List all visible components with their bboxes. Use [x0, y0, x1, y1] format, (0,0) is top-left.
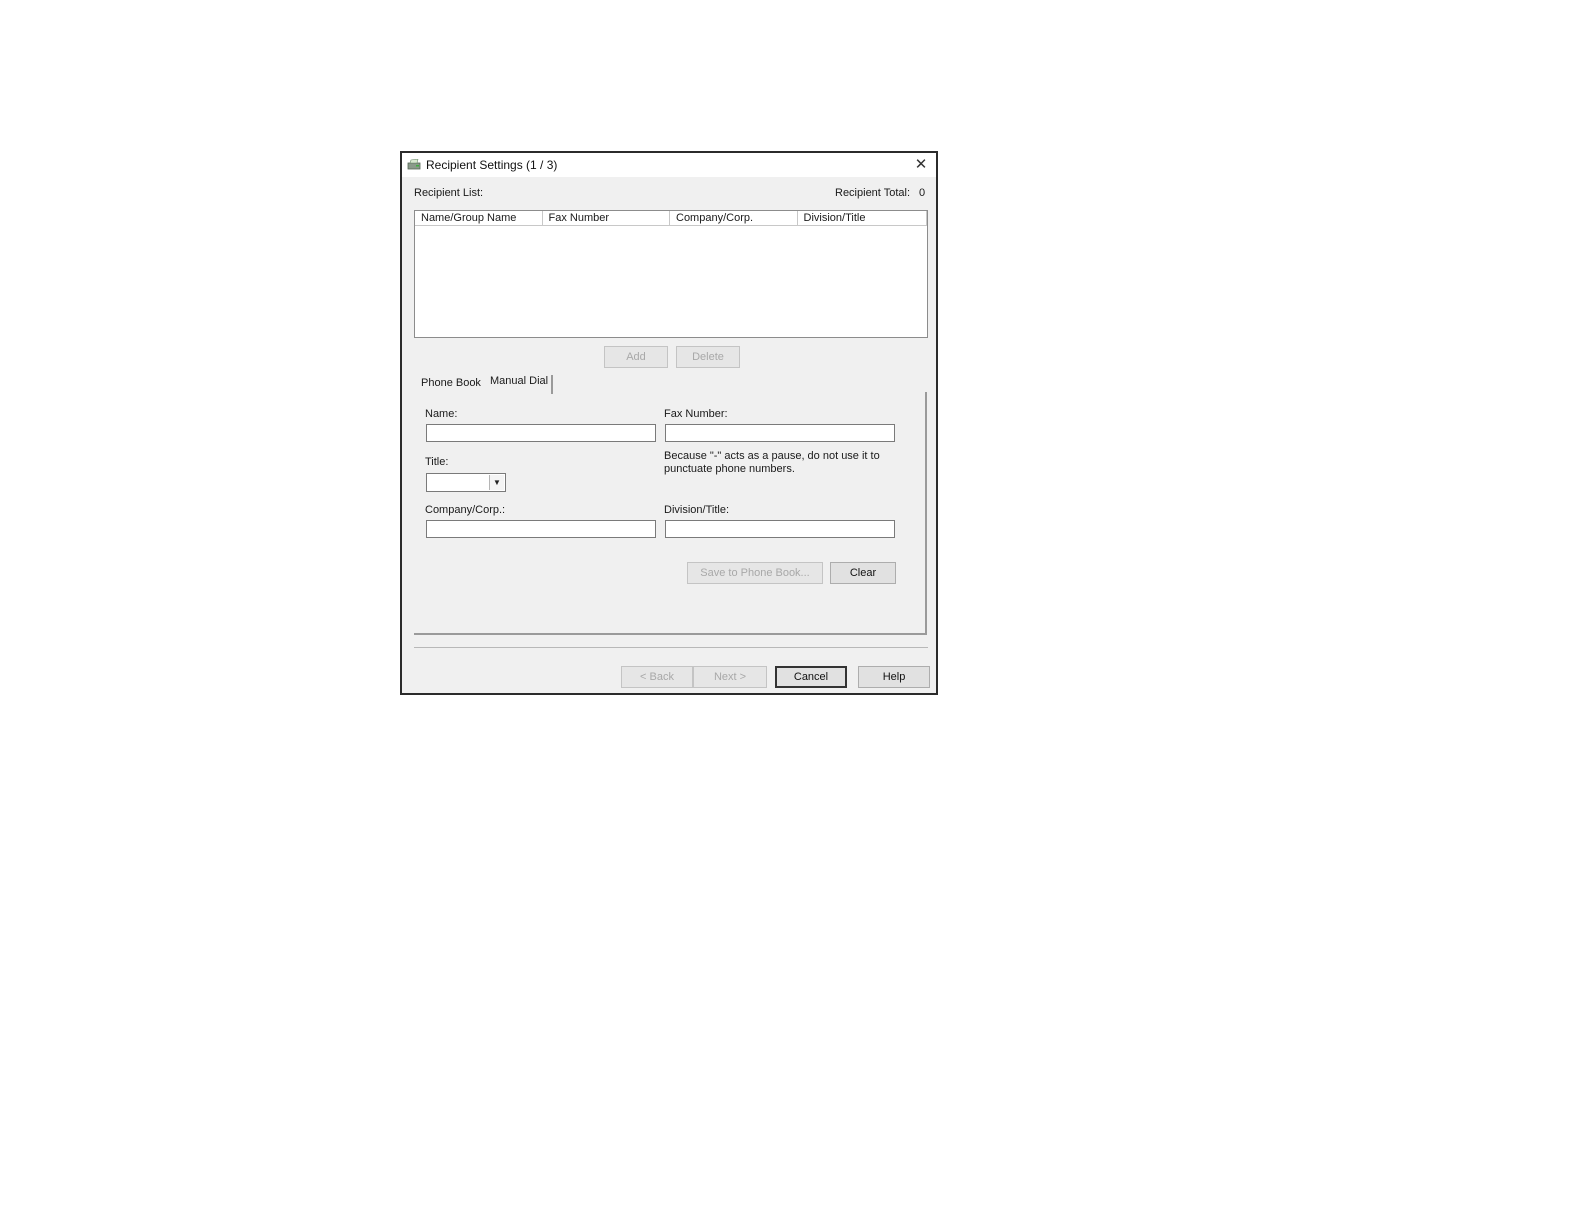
- close-icon: ✕: [914, 156, 928, 173]
- division-label: Division/Title:: [664, 504, 729, 516]
- recipient-list-label: Recipient List:: [414, 187, 484, 199]
- tab-manual-dial[interactable]: Manual Dial: [490, 375, 548, 387]
- recipient-total-label: Recipient Total:: [835, 187, 911, 199]
- fax-printer-icon: [407, 159, 421, 170]
- recipient-list-table[interactable]: Name/Group Name Fax Number Company/Corp.…: [414, 210, 928, 338]
- table-header: Name/Group Name Fax Number Company/Corp.…: [415, 211, 927, 226]
- title-dropdown[interactable]: ▼: [426, 473, 506, 492]
- company-label: Company/Corp.:: [425, 504, 506, 516]
- division-field[interactable]: [665, 520, 895, 538]
- fax-number-label: Fax Number:: [664, 408, 728, 420]
- save-to-phone-book-button[interactable]: Save to Phone Book...: [687, 562, 823, 584]
- title-bar: Recipient Settings (1 / 3) ✕: [402, 153, 936, 177]
- name-field[interactable]: [426, 424, 656, 442]
- column-header-name[interactable]: Name/Group Name: [415, 211, 543, 225]
- fax-number-hint: Because "-" acts as a pause, do not use …: [664, 450, 880, 475]
- recipient-settings-dialog: Recipient Settings (1 / 3) ✕ Recipient L…: [400, 151, 938, 695]
- close-button[interactable]: ✕: [906, 153, 936, 177]
- fax-number-field[interactable]: [665, 424, 895, 442]
- footer-divider: [414, 647, 928, 648]
- help-button[interactable]: Help: [858, 666, 930, 688]
- column-header-division[interactable]: Division/Title: [798, 211, 927, 225]
- cancel-button[interactable]: Cancel: [775, 666, 847, 688]
- delete-button[interactable]: Delete: [676, 346, 740, 368]
- chevron-down-icon[interactable]: ▼: [489, 475, 504, 490]
- clear-button[interactable]: Clear: [830, 562, 896, 584]
- back-button[interactable]: < Back: [621, 666, 693, 688]
- window-title: Recipient Settings (1 / 3): [426, 158, 558, 172]
- recipient-total-value: 0: [919, 187, 926, 199]
- column-header-fax-number[interactable]: Fax Number: [543, 211, 670, 225]
- title-label: Title:: [425, 456, 449, 468]
- name-label: Name:: [425, 408, 458, 420]
- next-button[interactable]: Next >: [693, 666, 767, 688]
- tab-phone-book[interactable]: Phone Book: [421, 377, 481, 389]
- add-button[interactable]: Add: [604, 346, 668, 368]
- column-header-company[interactable]: Company/Corp.: [670, 211, 798, 225]
- company-field[interactable]: [426, 520, 656, 538]
